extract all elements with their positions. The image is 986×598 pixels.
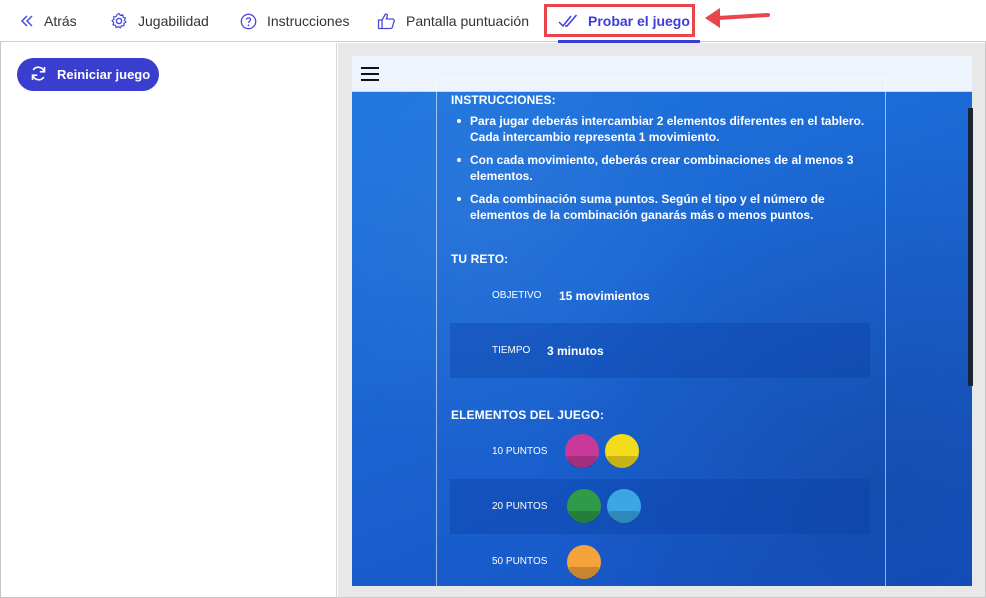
challenge-title: TU RETO: — [451, 252, 509, 266]
tab-label: Atrás — [44, 13, 77, 29]
thumbs-up-icon — [377, 12, 396, 30]
refresh-icon — [30, 65, 47, 85]
objective-value: 15 movimientos — [559, 289, 650, 303]
tab-label: Instrucciones — [267, 13, 350, 29]
light-blue-gem-icon — [607, 489, 641, 523]
double-chevron-left-icon — [20, 14, 34, 28]
annotation-arrow-icon — [702, 4, 770, 37]
instructions-title: INSTRUCCIONES: — [451, 93, 556, 107]
instructions-list: Para jugar deberás intercambiar 2 elemen… — [451, 113, 881, 229]
time-value: 3 minutos — [547, 344, 604, 358]
restart-label: Reiniciar juego — [57, 67, 151, 82]
points-label: 50 PUNTOS — [492, 556, 548, 567]
left-panel: Reiniciar juego — [1, 43, 337, 597]
list-item: Cada combinación suma puntos. Según el t… — [451, 191, 881, 223]
hamburger-menu-icon[interactable] — [361, 67, 379, 81]
scrollbar[interactable] — [968, 108, 973, 386]
list-item: Con cada movimiento, deberás crear combi… — [451, 152, 881, 184]
tab-label: Jugabilidad — [138, 13, 209, 29]
elements-title: ELEMENTOS DEL JUEGO: — [451, 408, 604, 422]
gear-icon — [110, 12, 128, 30]
time-label: TIEMPO — [492, 345, 531, 356]
orange-gem-icon — [567, 545, 601, 579]
tab-score-screen[interactable]: Pantalla puntuación — [377, 0, 529, 42]
tab-back[interactable]: Atrás — [20, 0, 77, 42]
top-tab-bar: Atrás Jugabilidad Instrucciones Pantalla… — [0, 0, 986, 43]
yellow-gem-icon — [605, 434, 639, 468]
magenta-gem-icon — [565, 434, 599, 468]
green-gem-icon — [567, 489, 601, 523]
points-label: 20 PUNTOS — [492, 501, 548, 512]
restart-game-button[interactable]: Reiniciar juego — [17, 58, 159, 91]
objective-label: OBJETIVO — [492, 290, 542, 301]
points-label: 10 PUNTOS — [492, 446, 548, 457]
tab-instructions[interactable]: Instrucciones — [240, 0, 349, 42]
tab-gameplay[interactable]: Jugabilidad — [110, 0, 209, 42]
list-item: Para jugar deberás intercambiar 2 elemen… — [451, 113, 881, 145]
question-circle-icon — [240, 13, 257, 30]
annotation-highlight-box — [544, 4, 695, 37]
tab-label: Pantalla puntuación — [406, 13, 529, 29]
